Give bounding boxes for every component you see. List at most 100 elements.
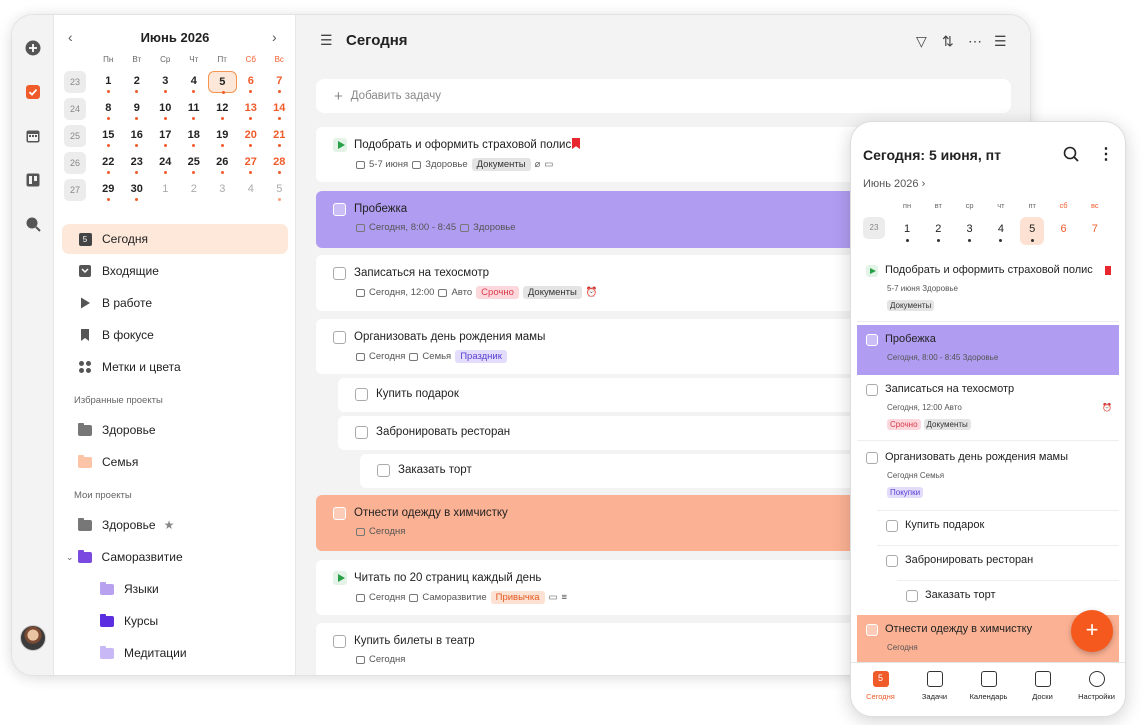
play-icon[interactable]: [333, 571, 347, 585]
subtask-row[interactable]: Купить подарок: [338, 378, 871, 412]
task-checkbox[interactable]: [866, 624, 878, 636]
calendar-day[interactable]: 3: [208, 179, 237, 201]
subtask-row[interactable]: Заказать торт: [360, 454, 871, 488]
play-icon[interactable]: [333, 138, 347, 152]
calendar-day[interactable]: 6: [1052, 217, 1076, 245]
calendar-day[interactable]: 9: [123, 98, 152, 120]
sidebar-item-tags[interactable]: Метки и цвета: [62, 352, 288, 382]
tab-today[interactable]: 5 Сегодня: [853, 671, 908, 701]
calendar-day[interactable]: 24: [151, 152, 180, 174]
calendar-day[interactable]: 4: [989, 217, 1013, 245]
tab-settings[interactable]: Настройки: [1069, 671, 1124, 701]
calendar-day[interactable]: 4: [180, 71, 209, 93]
task-row[interactable]: Пробежка Сегодня, 8:00 - 8:45 Здоровье: [857, 325, 1119, 375]
phone-month[interactable]: Июнь 2026 ›: [863, 178, 925, 190]
sort-icon[interactable]: ⇅: [942, 33, 954, 50]
task-row[interactable]: Подобрать и оформить страховой полис 5-7…: [316, 127, 871, 182]
avatar[interactable]: [20, 625, 46, 651]
board-icon[interactable]: [24, 171, 42, 189]
task-checkbox[interactable]: [355, 388, 368, 401]
sidebar-item-courses[interactable]: Курсы: [62, 606, 288, 636]
tag-badge[interactable]: Праздник: [455, 350, 507, 363]
task-checkbox[interactable]: [886, 520, 898, 532]
sidebar-item-self-development[interactable]: ⌄ Саморазвитие: [62, 542, 288, 572]
calendar-day[interactable]: 7: [265, 71, 294, 93]
task-checkbox[interactable]: [333, 203, 346, 216]
calendar-day[interactable]: 19: [208, 125, 237, 147]
calendar-day[interactable]: 22: [94, 152, 123, 174]
task-checkbox[interactable]: [333, 331, 346, 344]
checkbox-icon[interactable]: [24, 83, 42, 101]
tag-badge[interactable]: Срочно: [887, 419, 921, 430]
task-checkbox[interactable]: [377, 464, 390, 477]
calendar-day[interactable]: 8: [94, 98, 123, 120]
calendar-day[interactable]: 21: [265, 125, 294, 147]
play-icon[interactable]: [866, 265, 878, 277]
calendar-day[interactable]: 30: [123, 179, 152, 201]
task-row[interactable]: Подобрать и оформить страховой полис 5-7…: [857, 256, 1119, 322]
search-icon[interactable]: [24, 215, 42, 233]
sidebar-item-languages[interactable]: Языки: [62, 574, 288, 604]
tag-badge[interactable]: Документы: [887, 300, 935, 311]
task-row[interactable]: Организовать день рождения мамы Сегодня …: [316, 319, 871, 374]
sidebar-item-fav-health[interactable]: Здоровье: [62, 415, 288, 445]
task-row[interactable]: Записаться на техосмотр Сегодня, 12:00 А…: [857, 375, 1119, 441]
calendar-icon[interactable]: [24, 127, 42, 145]
sidebar-item-in-progress[interactable]: В работе: [62, 288, 288, 318]
tag-badge[interactable]: Документы: [923, 419, 971, 430]
tag-badge[interactable]: Привычка: [490, 591, 545, 604]
calendar-day[interactable]: 4: [237, 179, 266, 201]
tab-tasks[interactable]: Задачи: [907, 671, 962, 701]
tag-badge[interactable]: Документы: [522, 286, 582, 299]
collapse-sidebar-icon[interactable]: ☰: [320, 32, 333, 49]
task-row[interactable]: Пробежка Сегодня, 8:00 - 8:45 Здоровье: [316, 191, 871, 248]
calendar-day[interactable]: 11: [180, 98, 209, 120]
calendar-day[interactable]: 7: [1083, 217, 1107, 245]
calendar-day[interactable]: 3: [151, 71, 180, 93]
calendar-day[interactable]: 6: [237, 71, 266, 93]
view-options-icon[interactable]: ☰: [994, 33, 1007, 50]
calendar-day[interactable]: 14: [265, 98, 294, 120]
task-checkbox[interactable]: [886, 555, 898, 567]
calendar-day[interactable]: 20: [237, 125, 266, 147]
calendar-day[interactable]: 1: [895, 217, 919, 245]
calendar-day[interactable]: 28: [265, 152, 294, 174]
more-vertical-icon[interactable]: ⋮: [1098, 144, 1114, 164]
tag-badge[interactable]: Покупки: [887, 487, 924, 498]
next-month-icon[interactable]: ›: [272, 29, 277, 45]
calendar-day[interactable]: 29: [94, 179, 123, 201]
chevron-down-icon[interactable]: ⌄: [66, 552, 74, 563]
subtask-row[interactable]: Забронировать ресторан: [877, 545, 1119, 580]
calendar-day[interactable]: 2: [123, 71, 152, 93]
tag-badge[interactable]: Срочно: [476, 286, 519, 299]
task-row[interactable]: Отнести одежду в химчистку Сегодня: [316, 495, 871, 551]
calendar-day[interactable]: 1: [151, 179, 180, 201]
calendar-day[interactable]: 1: [94, 71, 123, 93]
search-icon[interactable]: [1063, 146, 1079, 167]
task-checkbox[interactable]: [355, 426, 368, 439]
sidebar-item-meditation[interactable]: Медитации: [62, 638, 288, 668]
sidebar-item-my-health[interactable]: Здоровье ★: [62, 510, 288, 540]
subtask-row[interactable]: Забронировать ресторан: [338, 416, 871, 450]
sidebar-item-focus[interactable]: В фокусе: [62, 320, 288, 350]
task-checkbox[interactable]: [866, 452, 878, 464]
calendar-day[interactable]: 5: [265, 179, 294, 201]
calendar-day[interactable]: 23: [123, 152, 152, 174]
task-row[interactable]: Записаться на техосмотр Сегодня, 12:00 А…: [316, 255, 871, 311]
subtask-row[interactable]: Купить подарок: [877, 510, 1119, 545]
tab-calendar[interactable]: Календарь: [961, 671, 1016, 701]
filter-icon[interactable]: ▽: [916, 33, 927, 50]
task-row[interactable]: Организовать день рождения мамы Сегодня …: [857, 443, 1119, 509]
task-checkbox[interactable]: [333, 507, 346, 520]
calendar-day[interactable]: 16: [123, 125, 152, 147]
calendar-day[interactable]: 10: [151, 98, 180, 120]
more-icon[interactable]: ⋯: [968, 33, 982, 50]
calendar-day[interactable]: 5: [208, 71, 237, 94]
task-checkbox[interactable]: [333, 267, 346, 280]
task-checkbox[interactable]: [866, 384, 878, 396]
sidebar-item-inbox[interactable]: Входящие: [62, 256, 288, 286]
calendar-day[interactable]: 27: [237, 152, 266, 174]
sidebar-item-today[interactable]: 5 Сегодня: [62, 224, 288, 254]
calendar-day[interactable]: 2: [180, 179, 209, 201]
star-icon[interactable]: ★: [164, 518, 175, 532]
